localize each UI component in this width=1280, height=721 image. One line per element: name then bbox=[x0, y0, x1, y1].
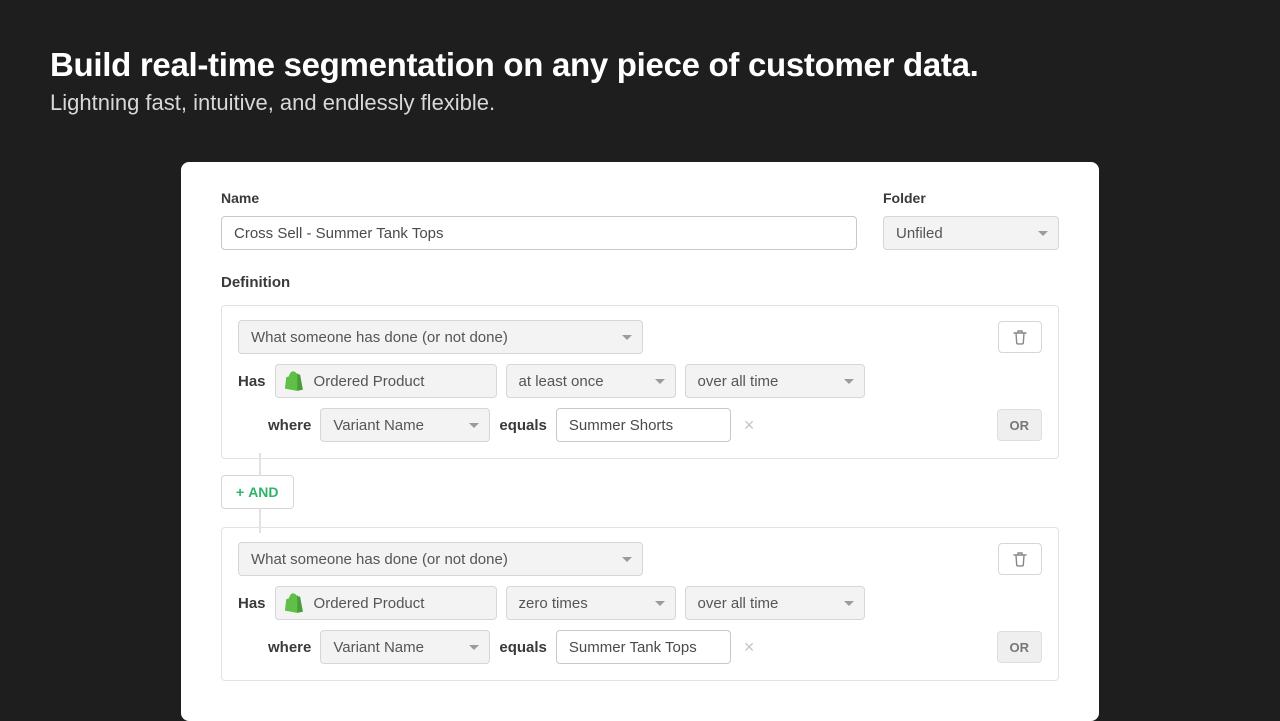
segment-builder-card: Name Folder Unfiled Definition What some… bbox=[181, 162, 1099, 721]
remove-filter-button[interactable]: × bbox=[740, 637, 759, 658]
chevron-down-icon bbox=[844, 379, 854, 384]
filter-value-input[interactable] bbox=[556, 630, 731, 664]
property-value: Variant Name bbox=[333, 639, 424, 656]
shopify-icon bbox=[284, 370, 306, 392]
add-and-button[interactable]: + AND bbox=[221, 475, 294, 509]
condition-type-value: What someone has done (or not done) bbox=[251, 329, 508, 346]
plus-icon: + bbox=[236, 484, 244, 500]
frequency-value: at least once bbox=[519, 373, 604, 390]
where-label: where bbox=[268, 639, 311, 656]
close-icon: × bbox=[744, 637, 755, 657]
where-label: where bbox=[268, 417, 311, 434]
shopify-icon bbox=[284, 592, 306, 614]
timeframe-value: over all time bbox=[698, 595, 779, 612]
and-label: AND bbox=[248, 484, 278, 500]
frequency-select[interactable]: at least once bbox=[506, 364, 676, 398]
chevron-down-icon bbox=[469, 645, 479, 650]
chevron-down-icon bbox=[655, 601, 665, 606]
hero-headline: Build real-time segmentation on any piec… bbox=[50, 46, 1230, 84]
name-label: Name bbox=[221, 190, 857, 206]
event-select[interactable]: Ordered Product bbox=[275, 364, 497, 398]
rule-block: What someone has done (or not done) Has … bbox=[221, 527, 1059, 681]
filter-value-input[interactable] bbox=[556, 408, 731, 442]
event-value: Ordered Product bbox=[314, 595, 425, 612]
operator-label: equals bbox=[499, 417, 547, 434]
chevron-down-icon bbox=[844, 601, 854, 606]
chevron-down-icon bbox=[1038, 231, 1048, 236]
folder-select-value: Unfiled bbox=[896, 225, 943, 242]
or-button[interactable]: OR bbox=[997, 409, 1043, 441]
segment-name-input[interactable] bbox=[221, 216, 857, 250]
timeframe-select[interactable]: over all time bbox=[685, 586, 865, 620]
chevron-down-icon bbox=[655, 379, 665, 384]
chevron-down-icon bbox=[622, 557, 632, 562]
timeframe-value: over all time bbox=[698, 373, 779, 390]
rule-block: What someone has done (or not done) Has … bbox=[221, 305, 1059, 459]
delete-rule-button[interactable] bbox=[998, 543, 1042, 575]
has-label: Has bbox=[238, 373, 266, 390]
or-button[interactable]: OR bbox=[997, 631, 1043, 663]
folder-select[interactable]: Unfiled bbox=[883, 216, 1059, 250]
hero-subhead: Lightning fast, intuitive, and endlessly… bbox=[50, 90, 1230, 116]
has-label: Has bbox=[238, 595, 266, 612]
condition-type-select[interactable]: What someone has done (or not done) bbox=[238, 320, 643, 354]
remove-filter-button[interactable]: × bbox=[740, 415, 759, 436]
timeframe-select[interactable]: over all time bbox=[685, 364, 865, 398]
definition-label: Definition bbox=[221, 274, 1059, 291]
event-select[interactable]: Ordered Product bbox=[275, 586, 497, 620]
condition-type-select[interactable]: What someone has done (or not done) bbox=[238, 542, 643, 576]
condition-type-value: What someone has done (or not done) bbox=[251, 551, 508, 568]
operator-label: equals bbox=[499, 639, 547, 656]
frequency-value: zero times bbox=[519, 595, 588, 612]
chevron-down-icon bbox=[469, 423, 479, 428]
frequency-select[interactable]: zero times bbox=[506, 586, 676, 620]
chevron-down-icon bbox=[622, 335, 632, 340]
trash-icon bbox=[1013, 551, 1027, 567]
property-value: Variant Name bbox=[333, 417, 424, 434]
trash-icon bbox=[1013, 329, 1027, 345]
property-select[interactable]: Variant Name bbox=[320, 408, 490, 442]
delete-rule-button[interactable] bbox=[998, 321, 1042, 353]
event-value: Ordered Product bbox=[314, 373, 425, 390]
close-icon: × bbox=[744, 415, 755, 435]
property-select[interactable]: Variant Name bbox=[320, 630, 490, 664]
folder-label: Folder bbox=[883, 190, 1059, 206]
